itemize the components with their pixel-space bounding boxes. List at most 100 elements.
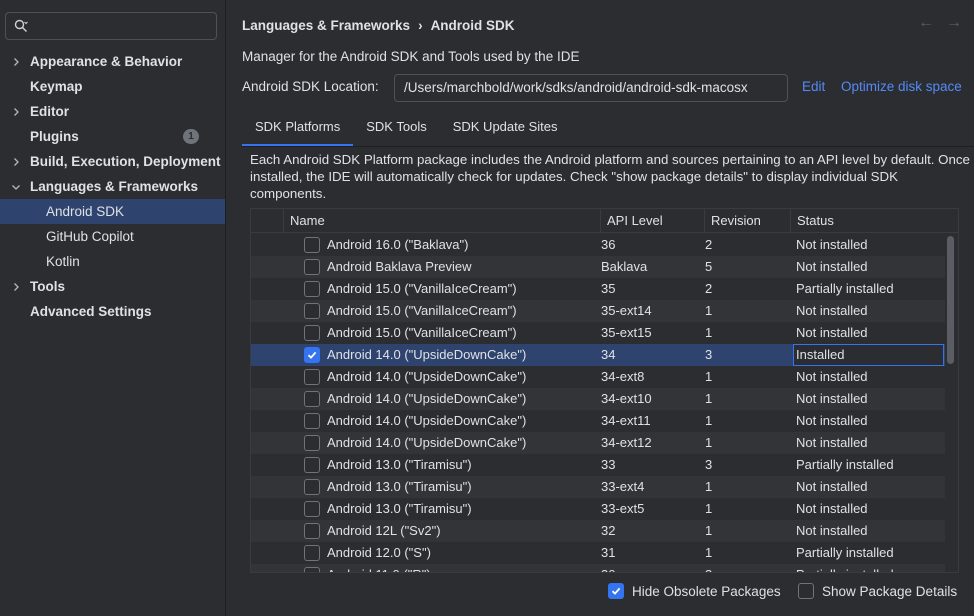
sidebar-item-languages-frameworks[interactable]: Languages & Frameworks [0,174,225,199]
hide-obsolete-checkbox[interactable] [608,583,624,599]
cell-revision: 1 [705,523,713,538]
table-row[interactable]: Android 14.0 ("UpsideDownCake") 34 3 Instal… [251,344,945,366]
cell-api-level: 30 [601,564,615,572]
tab-sdk-tools[interactable]: SDK Tools [353,112,439,146]
sidebar-item-label: Plugins [30,129,79,144]
table-row[interactable]: Android 14.0 ("UpsideDownCake") 34-ext12 1… [251,432,945,454]
chevron-right-icon[interactable] [10,49,22,74]
sidebar-item-github-copilot[interactable]: GitHub Copilot [0,224,225,249]
chevron-right-icon[interactable] [10,99,22,124]
cell-status: Installed [793,344,944,366]
optimize-disk-space-link[interactable]: Optimize disk space [841,79,962,94]
cell-name: Android 14.0 ("UpsideDownCake") [327,347,527,362]
sidebar-item-label: Tools [30,279,65,294]
row-checkbox[interactable] [304,413,320,429]
sdk-location-field[interactable]: /Users/marchbold/work/sdks/android/andro… [394,74,788,102]
cell-revision: 2 [705,281,713,296]
cell-status: Not installed [796,259,868,274]
cell-api-level: 34 [601,347,616,362]
cell-api-level: 33 [601,457,616,472]
back-arrow-icon[interactable]: ← [918,14,934,32]
sidebar-item-editor[interactable]: Editor [0,99,225,124]
cell-api-level: 35-ext15 [601,325,652,340]
table-scrollbar[interactable] [947,236,954,364]
cell-name: Android Baklava Preview [327,259,472,274]
table-row[interactable]: Android 13.0 ("Tiramisu") 33 3 Partially in… [251,454,945,476]
sidebar-item-advanced-settings[interactable]: Advanced Settings [0,299,225,324]
sidebar-item-tools[interactable]: Tools [0,274,225,299]
table-row[interactable]: Android 15.0 ("VanillaIceCream") 35-ext14… [251,300,945,322]
cell-name: Android 16.0 ("Baklava") [327,237,469,252]
header-status[interactable]: Status [790,209,958,233]
header-revision[interactable]: Revision [704,209,790,233]
chevron-down-icon[interactable] [10,174,22,199]
chevron-right-icon[interactable] [10,149,22,174]
table-row[interactable]: Android 16.0 ("Baklava") 36 2 Not installed [251,234,945,256]
row-checkbox[interactable] [304,303,320,319]
row-checkbox[interactable] [304,501,320,517]
breadcrumb-parent[interactable]: Languages & Frameworks [242,18,410,33]
tab-sdk-platforms[interactable]: SDK Platforms [242,112,354,146]
cell-name: Android 13.0 ("Tiramisu") [327,457,472,472]
table-row[interactable]: Android Baklava Preview Baklava 5 Not insta… [251,256,945,278]
table-row[interactable]: Android 15.0 ("VanillaIceCream") 35 2 Parti… [251,278,945,300]
row-checkbox[interactable] [304,259,320,275]
cell-status: Partially installed [796,564,894,572]
cell-revision: 5 [705,259,713,274]
cell-name: Android 15.0 ("VanillaIceCream") [327,281,517,296]
cell-status: Partially installed [796,457,894,472]
table-row[interactable]: Android 14.0 ("UpsideDownCake") 34-ext10 1… [251,388,945,410]
cell-api-level: 36 [601,237,616,252]
row-checkbox[interactable] [304,369,320,385]
table-row[interactable]: Android 14.0 ("UpsideDownCake") 34-ext8 1 N… [251,366,945,388]
show-details-checkbox[interactable] [798,583,814,599]
sdk-platforms-table: Name API Level Revision Status Android 1… [250,208,959,573]
sidebar-item-appearance-behavior[interactable]: Appearance & Behavior [0,49,225,74]
row-checkbox[interactable] [304,479,320,495]
show-details-option[interactable]: Show Package Details [798,581,957,601]
chevron-right-icon[interactable] [10,274,22,299]
table-row[interactable]: Android 13.0 ("Tiramisu") 33-ext5 1 Not ins… [251,498,945,520]
row-checkbox[interactable] [304,567,320,572]
row-checkbox[interactable] [304,545,320,561]
table-row[interactable]: Android 12.0 ("S") 31 1 Partially installed [251,542,945,564]
row-checkbox[interactable] [304,457,320,473]
cell-status: Partially installed [796,545,894,560]
cell-api-level: 34-ext11 [601,413,651,428]
breadcrumb-current: Android SDK [430,17,515,33]
row-checkbox[interactable] [304,435,320,451]
cell-name: Android 15.0 ("VanillaIceCream") [327,303,517,318]
sidebar-item-keymap[interactable]: Keymap [0,74,225,99]
search-input[interactable] [5,12,217,40]
sidebar-item-plugins[interactable]: Plugins 1 [0,124,225,149]
cell-status: Not installed [796,479,868,494]
row-checkbox[interactable] [304,391,320,407]
forward-arrow-icon[interactable]: → [946,14,962,32]
sidebar-item-kotlin[interactable]: Kotlin [0,249,225,274]
row-checkbox[interactable] [304,281,320,297]
row-checkbox[interactable] [304,523,320,539]
cell-status: Not installed [796,435,868,450]
cell-revision: 3 [705,564,712,572]
table-row[interactable]: Android 12L ("Sv2") 32 1 Not installed [251,520,945,542]
breadcrumb-separator: › [418,17,423,33]
cell-api-level: 34-ext10 [601,391,652,406]
header-check-column [251,209,283,233]
table-row[interactable]: Android 15.0 ("VanillaIceCream") 35-ext15… [251,322,945,344]
table-row[interactable]: Android 11.0 ("R") 30 3 Partially installed [251,564,945,572]
row-checkbox[interactable] [304,237,320,253]
edit-link[interactable]: Edit [802,79,825,94]
cell-name: Android 12L ("Sv2") [327,523,441,538]
header-api-level[interactable]: API Level [600,209,704,233]
table-row[interactable]: Android 13.0 ("Tiramisu") 33-ext4 1 Not ins… [251,476,945,498]
table-row[interactable]: Android 14.0 ("UpsideDownCake") 34-ext11 1… [251,410,945,432]
sidebar-item-android-sdk[interactable]: Android SDK [0,199,225,224]
row-checkbox[interactable] [304,325,320,341]
row-checkbox[interactable] [304,347,320,363]
cell-name: Android 14.0 ("UpsideDownCake") [327,413,527,428]
cell-status: Partially installed [796,281,894,296]
header-name[interactable]: Name [283,209,600,233]
tab-sdk-update-sites[interactable]: SDK Update Sites [440,112,571,146]
hide-obsolete-option[interactable]: Hide Obsolete Packages [608,581,781,601]
sidebar-item-build-execution-deployment[interactable]: Build, Execution, Deployment [0,149,225,174]
